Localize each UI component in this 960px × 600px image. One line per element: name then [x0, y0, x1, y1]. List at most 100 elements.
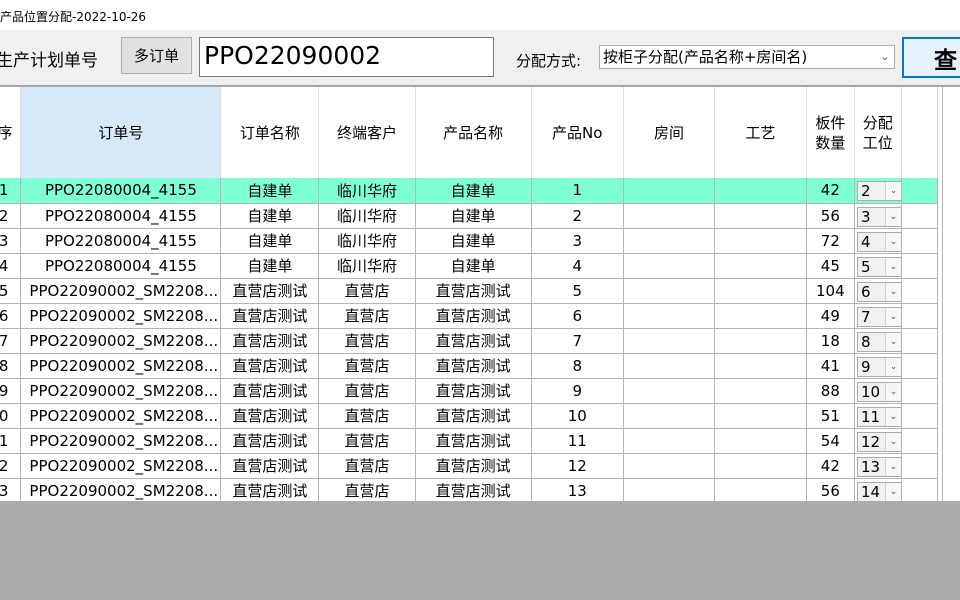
product-no-cell[interactable]: 11	[531, 428, 624, 454]
board-count-cell[interactable]: 54	[806, 428, 855, 454]
chevron-down-icon[interactable]: ⌄	[884, 332, 901, 351]
end-customer-cell[interactable]: 直营店	[318, 378, 416, 404]
chevron-down-icon[interactable]: ⌄	[884, 282, 901, 301]
column-header-order-no[interactable]: 订单号	[20, 87, 222, 178]
product-no-cell[interactable]: 6	[531, 303, 624, 329]
product-no-cell[interactable]: 10	[531, 403, 624, 429]
product-no-cell[interactable]: 5	[531, 278, 624, 304]
end-customer-cell[interactable]: 直营店	[318, 303, 416, 329]
board-count-cell[interactable]: 56	[806, 203, 855, 229]
room-cell[interactable]	[623, 253, 716, 279]
order-name-cell[interactable]: 自建单	[220, 203, 320, 229]
row-seq-cell[interactable]: 8	[0, 353, 22, 379]
room-cell[interactable]	[623, 303, 716, 329]
table-row[interactable]: 13PPO22090002_SM2208...直营店测试直营店直营店测试1356…	[0, 478, 938, 501]
process-cell[interactable]	[714, 478, 807, 501]
end-customer-cell[interactable]: 直营店	[318, 453, 416, 479]
station-combo[interactable]: 13 ⌄	[856, 456, 901, 477]
row-seq-cell[interactable]: 11	[0, 428, 22, 454]
product-name-cell[interactable]: 直营店测试	[415, 303, 532, 329]
row-seq-cell[interactable]: 12	[0, 453, 22, 479]
order-name-cell[interactable]: 直营店测试	[220, 428, 320, 454]
chevron-down-icon[interactable]: ⌄	[884, 482, 901, 501]
board-count-cell[interactable]: 72	[806, 228, 855, 254]
column-header-board-count[interactable]: 板件 数量	[806, 87, 855, 178]
board-count-cell[interactable]: 42	[806, 178, 855, 204]
process-cell[interactable]	[714, 353, 807, 379]
product-name-cell[interactable]: 直营店测试	[415, 353, 532, 379]
order-name-cell[interactable]: 直营店测试	[220, 453, 320, 479]
column-header-product-name[interactable]: 产品名称	[415, 87, 532, 178]
room-cell[interactable]	[623, 453, 716, 479]
query-button[interactable]: 查	[902, 37, 960, 78]
row-seq-cell[interactable]: 5	[0, 278, 22, 304]
process-cell[interactable]	[714, 378, 807, 404]
product-no-cell[interactable]: 8	[531, 353, 624, 379]
process-cell[interactable]	[714, 453, 807, 479]
order-name-cell[interactable]: 直营店测试	[220, 353, 320, 379]
table-row[interactable]: 5PPO22090002_SM2208...直营店测试直营店直营店测试51046…	[0, 278, 938, 304]
product-name-cell[interactable]: 直营店测试	[415, 328, 532, 354]
product-no-cell[interactable]: 12	[531, 453, 624, 479]
allocation-mode-select[interactable]: 按柜子分配(产品名称+房间名) ⌄	[599, 45, 895, 69]
order-no-cell[interactable]: PPO22090002_SM2208...	[20, 403, 222, 429]
column-header-seq[interactable]: 序	[0, 87, 22, 178]
product-name-cell[interactable]: 直营店测试	[415, 478, 532, 501]
chevron-down-icon[interactable]: ⌄	[884, 382, 901, 401]
order-no-cell[interactable]: PPO22090002_SM2208...	[20, 428, 222, 454]
product-no-cell[interactable]: 2	[531, 203, 624, 229]
order-no-cell[interactable]: PPO22080004_4155	[20, 203, 222, 229]
table-row[interactable]: 10PPO22090002_SM2208...直营店测试直营店直营店测试1051…	[0, 403, 938, 429]
product-name-cell[interactable]: 自建单	[415, 253, 532, 279]
table-row[interactable]: 7PPO22090002_SM2208...直营店测试直营店直营店测试7188⌄	[0, 328, 938, 354]
board-count-cell[interactable]: 56	[806, 478, 855, 501]
row-seq-cell[interactable]: 2	[0, 203, 22, 229]
row-seq-cell[interactable]: 3	[0, 228, 22, 254]
product-no-cell[interactable]: 9	[531, 378, 624, 404]
board-count-cell[interactable]: 104	[806, 278, 855, 304]
product-name-cell[interactable]: 自建单	[415, 228, 532, 254]
column-header-product-no[interactable]: 产品No	[531, 87, 624, 178]
room-cell[interactable]	[623, 328, 716, 354]
chevron-down-icon[interactable]: ⌄	[884, 207, 901, 226]
end-customer-cell[interactable]: 直营店	[318, 478, 416, 501]
order-no-cell[interactable]: PPO22090002_SM2208...	[20, 328, 222, 354]
board-count-cell[interactable]: 49	[806, 303, 855, 329]
station-combo[interactable]: 10 ⌄	[856, 381, 901, 402]
board-count-cell[interactable]: 41	[806, 353, 855, 379]
chevron-down-icon[interactable]: ⌄	[884, 457, 901, 476]
room-cell[interactable]	[623, 478, 716, 501]
process-cell[interactable]	[714, 178, 807, 204]
product-name-cell[interactable]: 直营店测试	[415, 453, 532, 479]
end-customer-cell[interactable]: 临川华府	[318, 178, 416, 204]
room-cell[interactable]	[623, 403, 716, 429]
product-no-cell[interactable]: 7	[531, 328, 624, 354]
process-cell[interactable]	[714, 403, 807, 429]
process-cell[interactable]	[714, 278, 807, 304]
product-no-cell[interactable]: 1	[531, 178, 624, 204]
table-row[interactable]: 4PPO22080004_4155自建单临川华府自建单4455⌄	[0, 253, 938, 279]
product-no-cell[interactable]: 13	[531, 478, 624, 501]
end-customer-cell[interactable]: 直营店	[318, 428, 416, 454]
table-row[interactable]: 3PPO22080004_4155自建单临川华府自建单3724⌄	[0, 228, 938, 254]
order-name-cell[interactable]: 直营店测试	[220, 328, 320, 354]
product-no-cell[interactable]: 3	[531, 228, 624, 254]
product-name-cell[interactable]: 直营店测试	[415, 278, 532, 304]
table-row[interactable]: 6PPO22090002_SM2208...直营店测试直营店直营店测试6497⌄	[0, 303, 938, 329]
chevron-down-icon[interactable]: ⌄	[884, 182, 901, 200]
order-name-cell[interactable]: 自建单	[220, 253, 320, 279]
station-combo[interactable]: 14 ⌄	[856, 481, 901, 501]
chevron-down-icon[interactable]: ⌄	[884, 232, 901, 251]
process-cell[interactable]	[714, 228, 807, 254]
order-no-cell[interactable]: PPO22090002_SM2208...	[20, 303, 222, 329]
product-no-cell[interactable]: 4	[531, 253, 624, 279]
table-row[interactable]: 8PPO22090002_SM2208...直营店测试直营店直营店测试8419⌄	[0, 353, 938, 379]
row-seq-cell[interactable]: 9	[0, 378, 22, 404]
row-seq-cell[interactable]: 13	[0, 478, 22, 501]
order-no-cell[interactable]: PPO22090002_SM2208...	[20, 453, 222, 479]
board-count-cell[interactable]: 42	[806, 453, 855, 479]
product-name-cell[interactable]: 自建单	[415, 178, 532, 204]
order-name-cell[interactable]: 自建单	[220, 228, 320, 254]
product-name-cell[interactable]: 直营店测试	[415, 378, 532, 404]
end-customer-cell[interactable]: 直营店	[318, 328, 416, 354]
